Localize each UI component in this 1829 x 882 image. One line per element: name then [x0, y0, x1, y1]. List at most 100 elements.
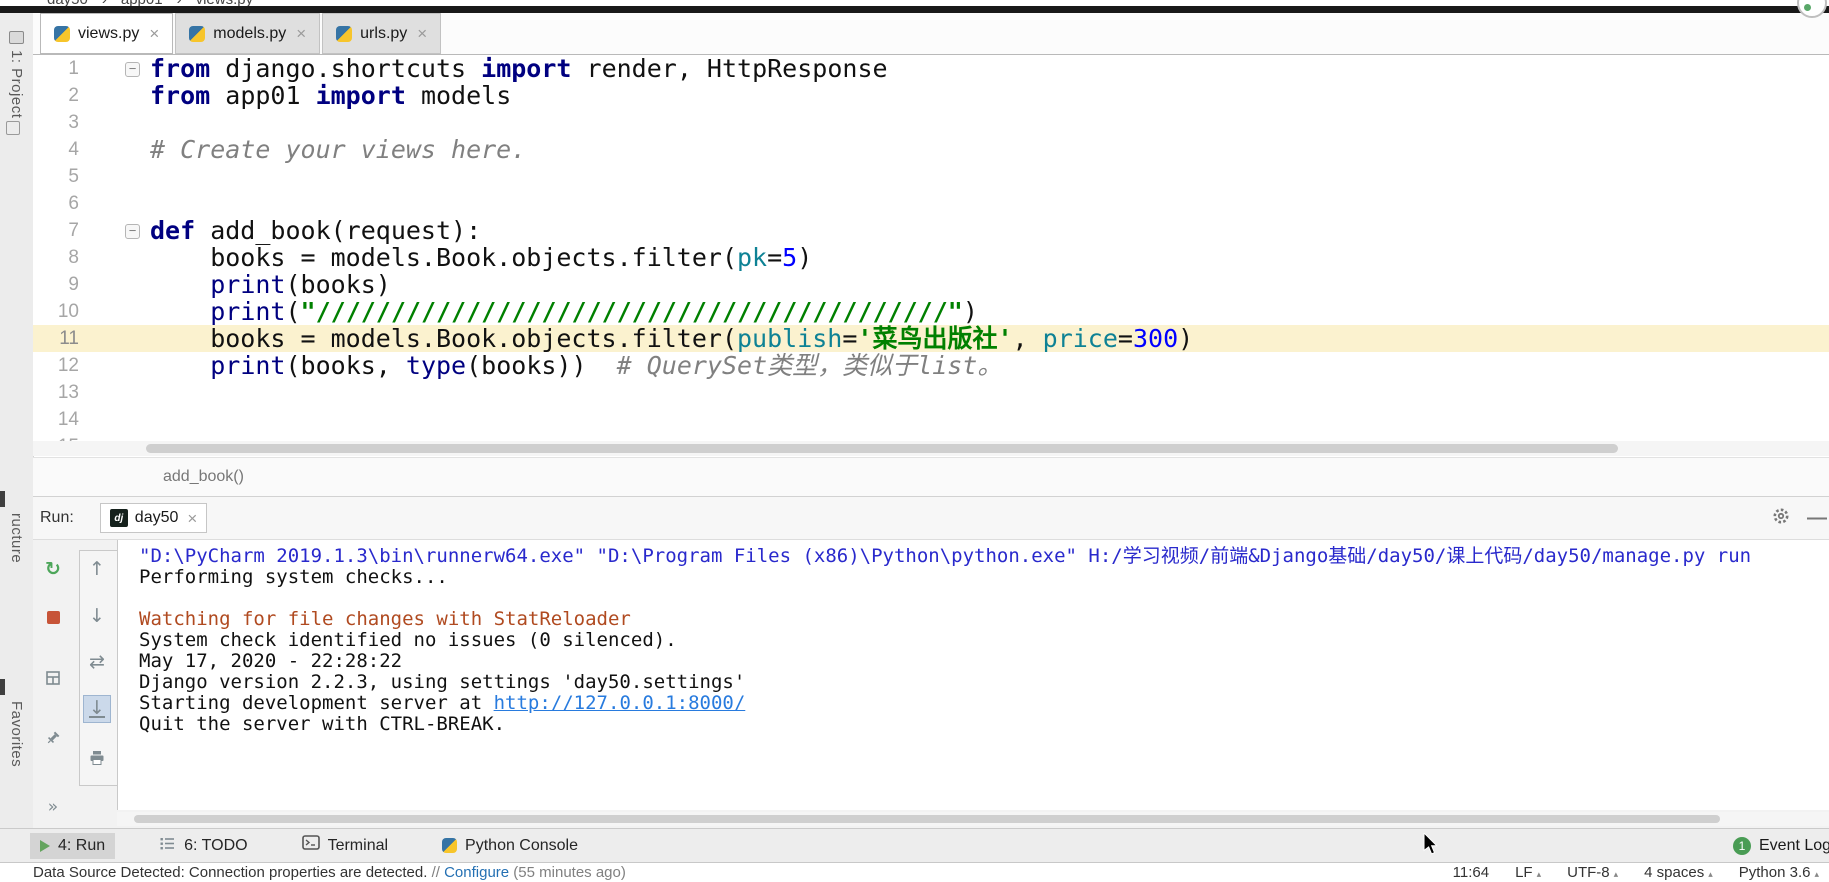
rerun-button[interactable]: ↻: [39, 555, 67, 583]
code-line[interactable]: 9 print(books): [33, 271, 1829, 298]
scrollbar-thumb[interactable]: [146, 444, 1618, 453]
code-line[interactable]: 7−def add_book(request):: [33, 217, 1829, 244]
line-number[interactable]: 13: [33, 379, 79, 406]
editor-tab-bar: views.py × models.py × urls.py ×: [33, 13, 1829, 55]
code-line[interactable]: 10 print("//////////////////////////////…: [33, 298, 1829, 325]
toolwindow-button-todo[interactable]: 6: TODO: [149, 832, 257, 860]
code-line[interactable]: 3: [33, 109, 1829, 136]
project-folder-icon: [9, 31, 24, 44]
line-number[interactable]: 11: [33, 325, 79, 352]
status-separator: //: [432, 864, 445, 881]
run-tab-day50[interactable]: dj day50 ×: [100, 503, 208, 533]
status-age: (55 minutes ago): [509, 864, 626, 881]
scrollbar-thumb[interactable]: [134, 815, 1720, 823]
stop-button[interactable]: [39, 603, 67, 631]
line-number[interactable]: 14: [33, 406, 79, 433]
hide-panel-icon[interactable]: —: [1807, 507, 1827, 530]
up-stack-trace-button[interactable]: ↑: [83, 555, 111, 583]
code-editor[interactable]: 1−from django.shortcuts import render, H…: [33, 55, 1829, 441]
code-line[interactable]: 2 from app01 import models: [33, 82, 1829, 109]
line-number[interactable]: 8: [33, 244, 79, 271]
editor-breadcrumb-bar: add_book(): [33, 457, 1829, 497]
toolwindow-button-run[interactable]: 4: Run: [30, 833, 115, 859]
line-number[interactable]: 5: [33, 163, 79, 190]
code-text: from django.shortcuts import render, Htt…: [150, 55, 1829, 82]
tool-button-project-label: 1: Project: [8, 50, 25, 118]
console-output[interactable]: "D:\PyCharm 2019.1.3\bin\runnerw64.exe" …: [117, 540, 1829, 810]
stripe-icon[interactable]: [6, 121, 20, 135]
restore-layout-button[interactable]: [39, 664, 67, 692]
splitter-handle[interactable]: [0, 679, 5, 695]
scroll-to-end-button[interactable]: ↓: [83, 695, 111, 723]
line-ending-widget[interactable]: LF▴: [1515, 863, 1541, 882]
breadcrumb-method[interactable]: add_book(): [163, 468, 244, 486]
python-file-icon: [336, 26, 352, 42]
print-button[interactable]: [83, 744, 111, 772]
editor-horizontal-scrollbar[interactable]: [33, 441, 1829, 456]
close-icon[interactable]: ×: [417, 25, 427, 42]
code-line[interactable]: 4 # Create your views here.: [33, 136, 1829, 163]
python-file-icon: [189, 26, 205, 42]
line-number[interactable]: 9: [33, 271, 79, 298]
line-number[interactable]: 7: [33, 217, 79, 244]
line-number[interactable]: 1: [33, 55, 79, 82]
code-line[interactable]: 1−from django.shortcuts import render, H…: [33, 55, 1829, 82]
line-number[interactable]: 2: [33, 82, 79, 109]
toolwindow-button-terminal[interactable]: Terminal: [292, 831, 398, 860]
settings-gear-icon[interactable]: [1771, 506, 1791, 531]
fold-marker-icon[interactable]: −: [79, 55, 150, 82]
widget-mark-icon: ▴: [1537, 869, 1542, 879]
fold-marker-icon[interactable]: −: [79, 217, 150, 244]
line-number[interactable]: 4: [33, 136, 79, 163]
console-link[interactable]: http://127.0.0.1:8000/: [494, 692, 746, 714]
soft-wrap-button[interactable]: ⇄: [83, 648, 111, 676]
close-icon[interactable]: ×: [187, 510, 197, 527]
code-line[interactable]: 14: [33, 406, 1829, 433]
console-horizontal-scrollbar[interactable]: [117, 812, 1829, 826]
code-line[interactable]: 13: [33, 379, 1829, 406]
interpreter-widget[interactable]: Python 3.6▴: [1739, 863, 1819, 882]
python-file-icon: [54, 26, 70, 42]
close-icon[interactable]: ×: [296, 25, 306, 42]
code-line[interactable]: 5: [33, 163, 1829, 190]
splitter-handle[interactable]: [0, 491, 5, 507]
code-text: # Create your views here.: [150, 136, 1829, 163]
tool-button-project[interactable]: 1: Project: [0, 31, 33, 118]
close-icon[interactable]: ×: [149, 25, 159, 42]
code-line[interactable]: 15: [33, 433, 1829, 441]
editor-tab-views[interactable]: views.py ×: [40, 13, 173, 54]
line-number[interactable]: 15: [33, 433, 79, 441]
line-number[interactable]: 10: [33, 298, 79, 325]
run-tab-label: day50: [135, 509, 179, 527]
python-icon: [442, 838, 457, 853]
fold-gutter: [79, 82, 150, 109]
fold-gutter: [79, 136, 150, 163]
editor-tab-urls[interactable]: urls.py ×: [322, 13, 441, 54]
code-text: [150, 163, 1829, 190]
code-text: [150, 109, 1829, 136]
code-line[interactable]: 11 books = models.Book.objects.filter(pu…: [33, 325, 1829, 352]
down-stack-trace-button[interactable]: ↓: [83, 602, 111, 630]
configure-link[interactable]: Configure: [444, 864, 509, 881]
code-text: from app01 import models: [150, 82, 1829, 109]
line-number[interactable]: 6: [33, 190, 79, 217]
code-line[interactable]: 12 print(books, type(books)) # QuerySet类…: [33, 352, 1829, 379]
fold-gutter: [79, 379, 150, 406]
run-panel-header: Run: dj day50 × —: [33, 497, 1829, 540]
code-line[interactable]: 6: [33, 190, 1829, 217]
caret-position-widget[interactable]: 11:64: [1453, 863, 1489, 882]
encoding-widget[interactable]: UTF-8▴: [1567, 863, 1618, 882]
more-options-icon[interactable]: »: [39, 793, 67, 821]
line-number[interactable]: 12: [33, 352, 79, 379]
toolwindow-button-python-console[interactable]: Python Console: [432, 833, 588, 859]
editor-tab-models[interactable]: models.py ×: [175, 13, 320, 54]
indent-widget[interactable]: 4 spaces▴: [1644, 863, 1713, 882]
code-line[interactable]: 8 books = models.Book.objects.filter(pk=…: [33, 244, 1829, 271]
todo-list-icon: [159, 836, 176, 856]
event-log-widget[interactable]: 1 Event Log: [1733, 829, 1829, 862]
pin-tab-button[interactable]: [39, 724, 67, 752]
line-number[interactable]: 3: [33, 109, 79, 136]
run-panel-title: Run:: [40, 509, 74, 527]
tool-button-favorites[interactable]: Favorites: [0, 701, 33, 767]
tool-button-structure[interactable]: ructure: [0, 513, 33, 563]
